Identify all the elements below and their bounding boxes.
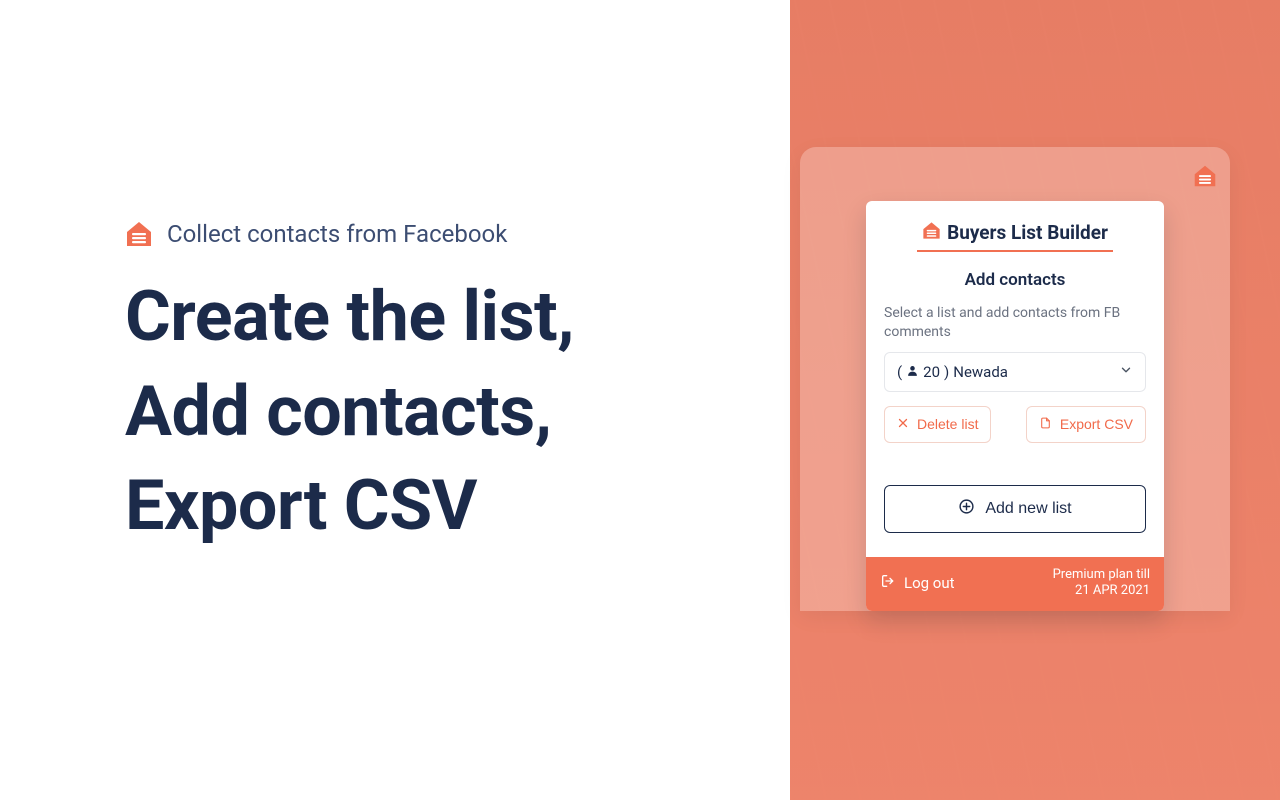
person-icon <box>906 363 919 381</box>
extension-icon[interactable] <box>1192 164 1218 189</box>
select-paren-close: ) <box>944 363 949 381</box>
plan-line-2: 21 APR 2021 <box>1075 583 1150 598</box>
plus-circle-icon <box>958 498 975 520</box>
plan-line-1: Premium plan till <box>1053 567 1150 582</box>
hero: Collect contacts from Facebook Create th… <box>125 220 745 554</box>
select-list-name: Newada <box>953 363 1008 381</box>
hero-tagline: Collect contacts from Facebook <box>167 220 507 248</box>
popup-footer: Log out Premium plan till 21 APR 2021 <box>866 557 1164 612</box>
plan-info: Premium plan till 21 APR 2021 <box>1053 567 1150 600</box>
hero-headline-line-2: Add contacts, <box>125 371 551 453</box>
section-help: Select a list and add contacts from FB c… <box>884 304 1146 342</box>
logout-label: Log out <box>904 574 955 592</box>
hero-headline: Create the list, Add contacts, Export CS… <box>125 270 745 554</box>
hero-tagline-row: Collect contacts from Facebook <box>125 220 745 248</box>
hero-headline-line-3: Export CSV <box>125 465 477 547</box>
logo-icon <box>125 220 153 248</box>
extension-popup: Buyers List Builder Add contacts Select … <box>866 201 1164 611</box>
export-csv-button[interactable]: Export CSV <box>1026 406 1146 443</box>
brand-underline <box>917 250 1113 252</box>
brand-row: Buyers List Builder <box>884 217 1146 244</box>
file-export-icon <box>1039 416 1052 433</box>
brand-name: Buyers List Builder <box>947 221 1108 244</box>
select-paren-open: ( <box>897 363 902 381</box>
list-actions: Delete list Export CSV <box>884 406 1146 443</box>
logout-icon <box>880 573 896 593</box>
logout-button[interactable]: Log out <box>880 573 955 593</box>
add-new-list-label: Add new list <box>985 500 1071 518</box>
browser-toolbar <box>808 157 1222 195</box>
chevron-down-icon <box>1119 363 1133 381</box>
delete-list-label: Delete list <box>917 416 978 432</box>
section-title: Add contacts <box>884 270 1146 290</box>
close-icon <box>897 416 909 432</box>
add-new-list-button[interactable]: Add new list <box>884 485 1146 533</box>
delete-list-button[interactable]: Delete list <box>884 406 991 443</box>
list-select-value: ( 20 ) Newada <box>897 363 1008 381</box>
hero-headline-line-1: Create the list, <box>125 276 574 358</box>
export-csv-label: Export CSV <box>1060 416 1133 432</box>
logo-icon <box>922 221 941 244</box>
select-count: 20 <box>923 363 940 381</box>
list-select[interactable]: ( 20 ) Newada <box>884 352 1146 392</box>
extension-shell: Buyers List Builder Add contacts Select … <box>800 147 1230 611</box>
